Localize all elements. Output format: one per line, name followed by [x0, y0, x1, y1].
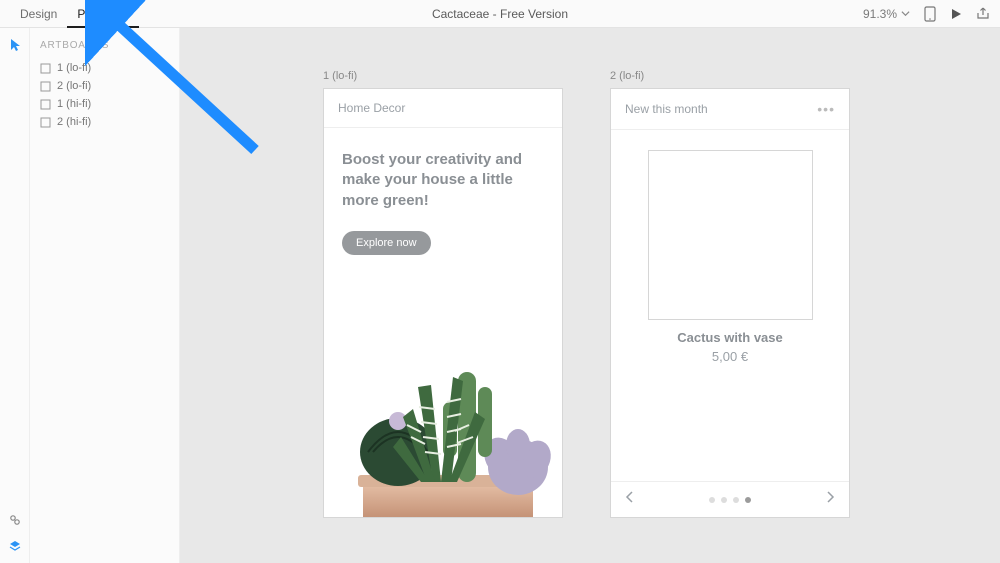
artboard-icon	[40, 81, 51, 92]
sidebar: ARTBOARDS 1 (lo-fi) 2 (lo-fi) 1 (hi-fi) …	[30, 28, 180, 563]
product-image-placeholder	[648, 150, 813, 320]
canvas[interactable]: 1 (lo-fi) Home Decor Boost your creativi…	[180, 28, 1000, 563]
topbar-right: 91.3%	[863, 6, 990, 22]
document-title: Cactaceae - Free Version	[432, 7, 568, 21]
tab-prototype[interactable]: Prototype	[67, 0, 138, 28]
play-icon[interactable]	[950, 8, 962, 20]
artboard-icon	[40, 99, 51, 110]
tab-design[interactable]: Design	[10, 0, 67, 28]
sidebar-section-title: ARTBOARDS	[40, 40, 169, 51]
sidebar-item-artboard[interactable]: 1 (hi-fi)	[40, 95, 169, 113]
pager-dot[interactable]	[709, 497, 715, 503]
pager	[709, 497, 751, 503]
hero-text: Boost your creativity and make your hous…	[324, 128, 562, 225]
screen-header: Home Decor	[324, 89, 562, 128]
artboard-group-1: 1 (lo-fi) Home Decor Boost your creativi…	[323, 70, 563, 518]
chevron-right-icon[interactable]	[823, 490, 837, 509]
pager-dot[interactable]	[721, 497, 727, 503]
device-icon[interactable]	[924, 6, 936, 22]
chevron-left-icon[interactable]	[623, 490, 637, 509]
artboard-label: 2 (lo-fi)	[610, 70, 850, 82]
more-icon[interactable]: •••	[817, 101, 835, 117]
topbar: Design Prototype Cactaceae - Free Versio…	[0, 0, 1000, 28]
sidebar-item-artboard[interactable]: 2 (lo-fi)	[40, 77, 169, 95]
explore-button[interactable]: Explore now	[342, 231, 431, 255]
zoom-value: 91.3%	[863, 7, 897, 21]
artboard-icon	[40, 63, 51, 74]
sidebar-item-artboard[interactable]: 2 (hi-fi)	[40, 113, 169, 131]
left-rail	[0, 28, 30, 563]
artboard-2-lofi[interactable]: New this month ••• Cactus with vase 5,00…	[610, 88, 850, 518]
product-price: 5,00 €	[641, 349, 819, 364]
artboard-group-2: 2 (lo-fi) New this month ••• Cactus with…	[610, 70, 850, 518]
chevron-down-icon	[901, 9, 910, 18]
carousel-footer	[611, 481, 849, 517]
artboard-icon	[40, 117, 51, 128]
product-name: Cactus with vase	[641, 330, 819, 345]
sidebar-item-label: 1 (lo-fi)	[57, 62, 91, 74]
link-icon[interactable]	[8, 513, 22, 527]
screen-header: New this month •••	[611, 89, 849, 130]
sidebar-item-artboard[interactable]: 1 (lo-fi)	[40, 59, 169, 77]
layers-icon[interactable]	[8, 539, 22, 553]
zoom-control[interactable]: 91.3%	[863, 7, 910, 21]
artboard-label: 1 (lo-fi)	[323, 70, 563, 82]
pointer-tool-icon[interactable]	[8, 38, 22, 52]
pager-dot[interactable]	[733, 497, 739, 503]
sidebar-item-label: 2 (hi-fi)	[57, 116, 91, 128]
sidebar-item-label: 2 (lo-fi)	[57, 80, 91, 92]
sidebar-item-label: 1 (hi-fi)	[57, 98, 91, 110]
cactus-illustration-icon	[324, 317, 562, 517]
mode-tabs: Design Prototype	[0, 0, 139, 28]
artboard-1-lofi[interactable]: Home Decor Boost your creativity and mak…	[323, 88, 563, 518]
hero-image	[324, 317, 562, 517]
share-icon[interactable]	[976, 7, 990, 21]
pager-dot-active[interactable]	[745, 497, 751, 503]
screen-header-title: New this month	[625, 102, 708, 116]
